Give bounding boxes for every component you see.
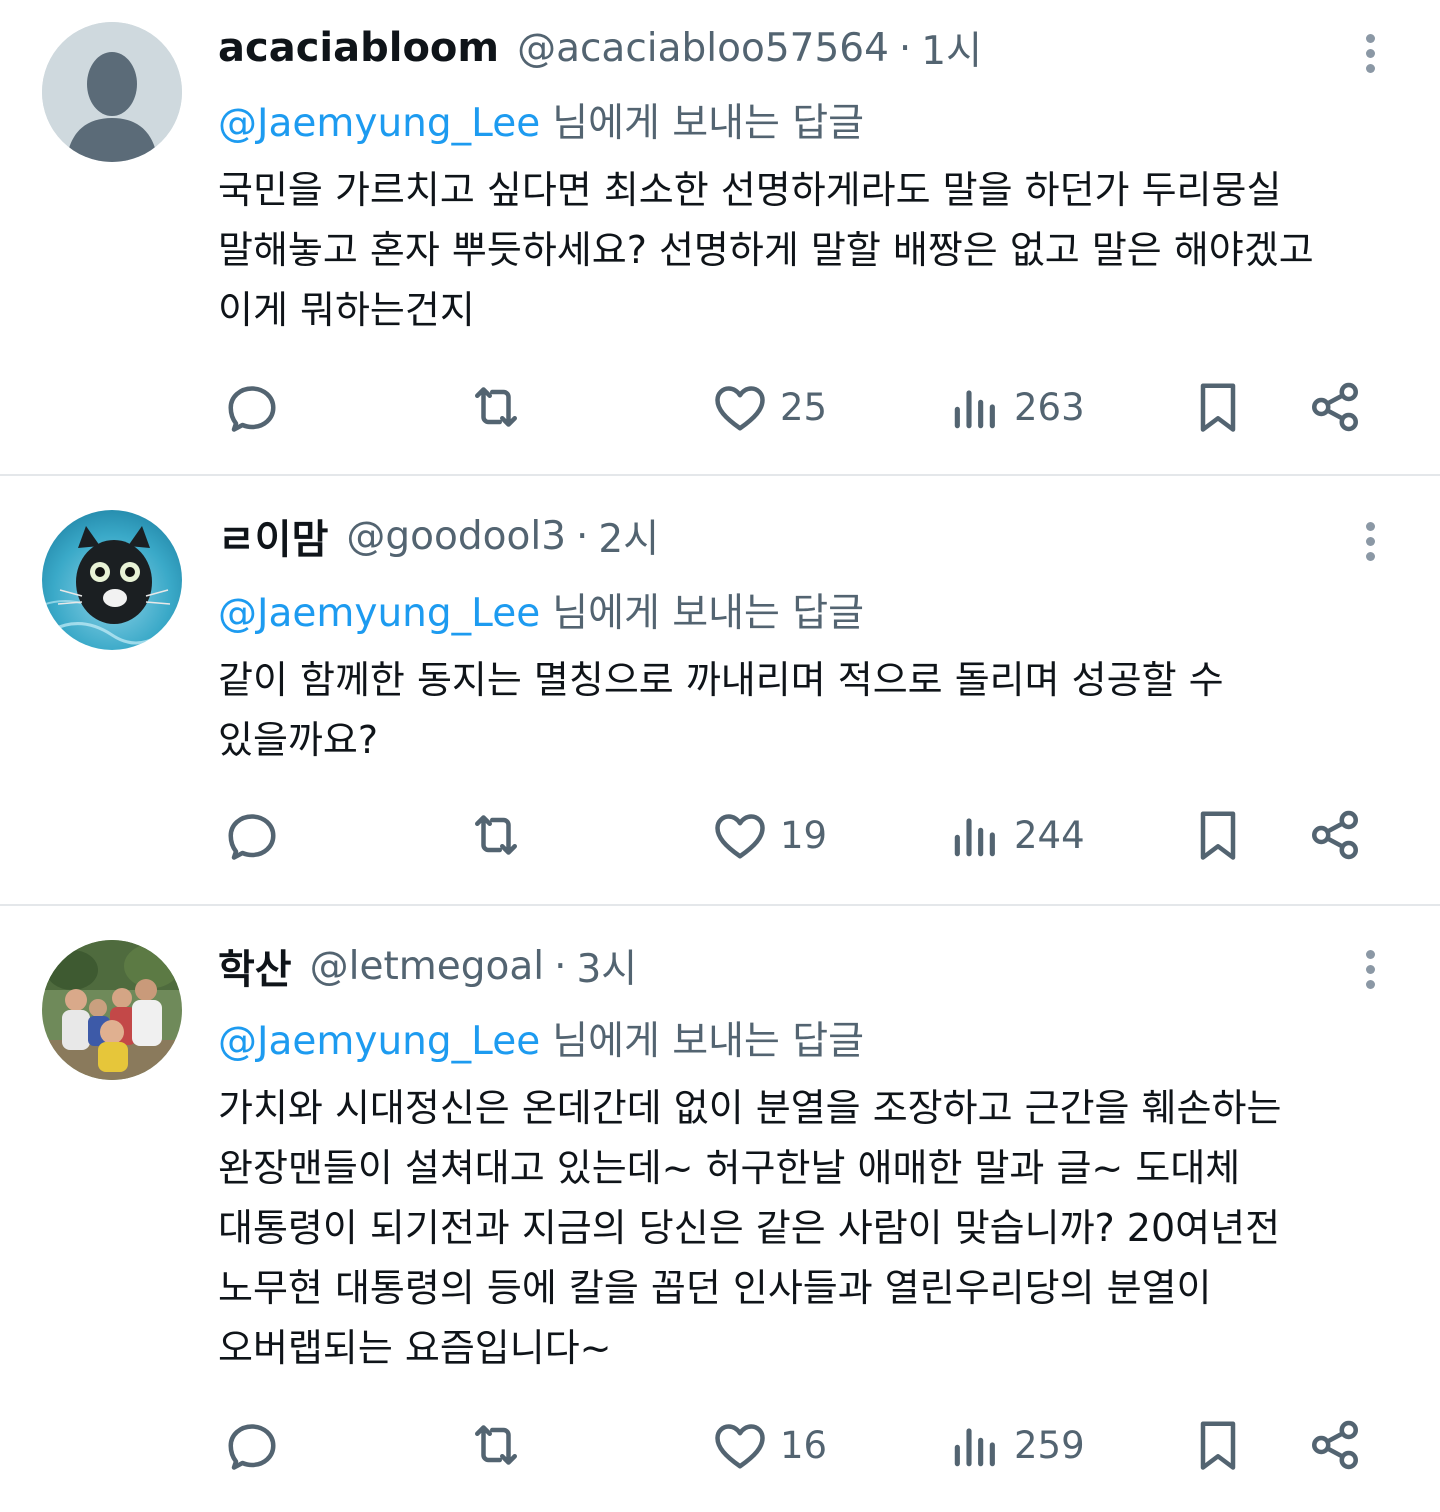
tweet-text-line: 있을까요? [218, 718, 379, 762]
tweet-text: 가치와 시대정신은 온데간데 없이 분열을 조장하고 근간을 훼손하는 완장맨들… [218, 1078, 1408, 1378]
display-name[interactable]: 학산 [218, 937, 292, 995]
bookmark-button[interactable] [1188, 1410, 1248, 1480]
like-count: 16 [780, 1423, 828, 1467]
tweet-header: ㄹ이맘 @goodool3 · 2시 [218, 508, 659, 564]
retweet-icon [475, 815, 517, 855]
tweet-header: acaciabloom @acaciabloo57564 · 1시 [218, 20, 982, 76]
separator: · [576, 513, 589, 559]
more-icon[interactable] [1350, 944, 1390, 990]
reply-suffix: 님에게 보내는 답글 [552, 1019, 865, 1064]
tweet[interactable]: acaciabloom @acaciabloo57564 · 1시 @Jaemy… [0, 0, 1440, 474]
cat-avatar-image [42, 510, 182, 650]
like-button[interactable]: 16 [710, 1410, 827, 1480]
retweet-button[interactable] [466, 1410, 526, 1480]
views-count: 259 [1014, 1423, 1085, 1467]
reply-button[interactable] [222, 1410, 282, 1480]
default-avatar-icon [42, 22, 182, 162]
tweet-text-line: 대통령이 되기전과 지금의 당신은 같은 사람이 맞습니까? 20여년전 [218, 1206, 1281, 1250]
reply-icon [228, 814, 276, 860]
like-icon [715, 1424, 765, 1469]
retweet-icon [475, 387, 517, 427]
retweet-icon [475, 1425, 517, 1465]
like-icon [715, 814, 765, 859]
views-count: 244 [1014, 813, 1085, 857]
like-icon [715, 386, 765, 431]
reply-context: @Jaemyung_Lee 님에게 보내는 답글 [218, 582, 864, 638]
tweet-text: 같이 함께한 동지는 멸칭으로 까내리며 적으로 돌리며 성공할 수 있을까요? [218, 650, 1408, 770]
tweet-text-line: 노무현 대통령의 등에 칼을 꼽던 인사들과 열린우리당의 분열이 [218, 1266, 1212, 1310]
action-bar: 19 244 [0, 800, 1440, 870]
display-name[interactable]: ㄹ이맘 [218, 507, 328, 565]
share-button[interactable] [1305, 800, 1365, 870]
tweet-text-line: 같이 함께한 동지는 멸칭으로 까내리며 적으로 돌리며 성공할 수 [218, 658, 1224, 702]
user-handle[interactable]: @letmegoal [310, 944, 544, 989]
views-count: 263 [1014, 385, 1085, 429]
reply-mention-link[interactable]: @Jaemyung_Lee [218, 591, 540, 636]
views-button[interactable]: 263 [948, 372, 1085, 442]
share-icon [1312, 382, 1358, 432]
tweet-divider [0, 904, 1440, 906]
user-handle[interactable]: @acaciabloo57564 [517, 26, 889, 71]
separator: · [554, 943, 567, 989]
avatar[interactable] [42, 22, 182, 162]
tweet-text-line: 이게 뭐하는건지 [218, 288, 475, 332]
share-icon [1312, 810, 1358, 860]
family-avatar-image [42, 940, 182, 1080]
user-handle[interactable]: @goodool3 [346, 514, 566, 559]
reply-button[interactable] [222, 372, 282, 442]
retweet-button[interactable] [466, 800, 526, 870]
tweet-text-line: 국민을 가르치고 싶다면 최소한 선명하게라도 말을 하던가 두리뭉실 [218, 168, 1282, 212]
tweet-text-line: 가치와 시대정신은 온데간데 없이 분열을 조장하고 근간을 훼손하는 [218, 1086, 1282, 1130]
bookmark-button[interactable] [1188, 372, 1248, 442]
like-button[interactable]: 19 [710, 800, 827, 870]
display-name[interactable]: acaciabloom [218, 25, 499, 71]
bookmark-icon [1200, 811, 1236, 860]
share-button[interactable] [1305, 372, 1365, 442]
tweet-text-line: 오버랩되는 요즘입니다~ [218, 1326, 612, 1370]
bookmark-icon [1200, 1421, 1236, 1470]
share-button[interactable] [1305, 1410, 1365, 1480]
tweet-divider [0, 474, 1440, 476]
action-bar: 16 259 [0, 1410, 1440, 1480]
views-icon [954, 390, 995, 429]
like-count: 25 [780, 385, 828, 429]
reply-icon [228, 1424, 276, 1470]
reply-mention-link[interactable]: @Jaemyung_Lee [218, 1019, 540, 1064]
views-icon [954, 1428, 995, 1467]
reply-suffix: 님에게 보내는 답글 [552, 101, 865, 146]
reply-mention-link[interactable]: @Jaemyung_Lee [218, 101, 540, 146]
tweet[interactable]: ㄹ이맘 @goodool3 · 2시 @Jaemyung_Lee 님에게 보내는 … [0, 490, 1440, 904]
views-button[interactable]: 259 [948, 1410, 1085, 1480]
reply-button[interactable] [222, 800, 282, 870]
retweet-button[interactable] [466, 372, 526, 442]
views-button[interactable]: 244 [948, 800, 1085, 870]
tweet[interactable]: 학산 @letmegoal · 3시 @Jaemyung_Lee 님에게 보내는 … [0, 920, 1440, 1512]
reply-icon [228, 386, 276, 432]
like-count: 19 [780, 813, 828, 857]
tweet-text: 국민을 가르치고 싶다면 최소한 선명하게라도 말을 하던가 두리뭉실 말해놓고… [218, 160, 1408, 340]
timestamp[interactable]: 2시 [598, 508, 659, 564]
tweet-text-line: 완장맨들이 설쳐대고 있는데~ 허구한날 애매한 말과 글~ 도대체 [218, 1146, 1241, 1190]
avatar[interactable] [42, 940, 182, 1080]
tweet-text-line: 말해놓고 혼자 뿌듯하세요? 선명하게 말할 배짱은 없고 말은 해야겠고 [218, 228, 1314, 272]
timestamp[interactable]: 3시 [576, 938, 637, 994]
reply-suffix: 님에게 보내는 답글 [552, 591, 865, 636]
bookmark-button[interactable] [1188, 800, 1248, 870]
bookmark-icon [1200, 383, 1236, 432]
like-button[interactable]: 25 [710, 372, 827, 442]
separator: · [898, 25, 912, 71]
views-icon [954, 818, 995, 857]
timestamp[interactable]: 1시 [921, 20, 982, 76]
action-bar: 25 263 [0, 372, 1440, 442]
more-icon[interactable] [1350, 516, 1390, 562]
tweet-header: 학산 @letmegoal · 3시 [218, 938, 637, 994]
share-icon [1312, 1420, 1358, 1470]
reply-context: @Jaemyung_Lee 님에게 보내는 답글 [218, 92, 864, 148]
reply-context: @Jaemyung_Lee 님에게 보내는 답글 [218, 1010, 864, 1066]
avatar[interactable] [42, 510, 182, 650]
more-icon[interactable] [1350, 28, 1390, 74]
